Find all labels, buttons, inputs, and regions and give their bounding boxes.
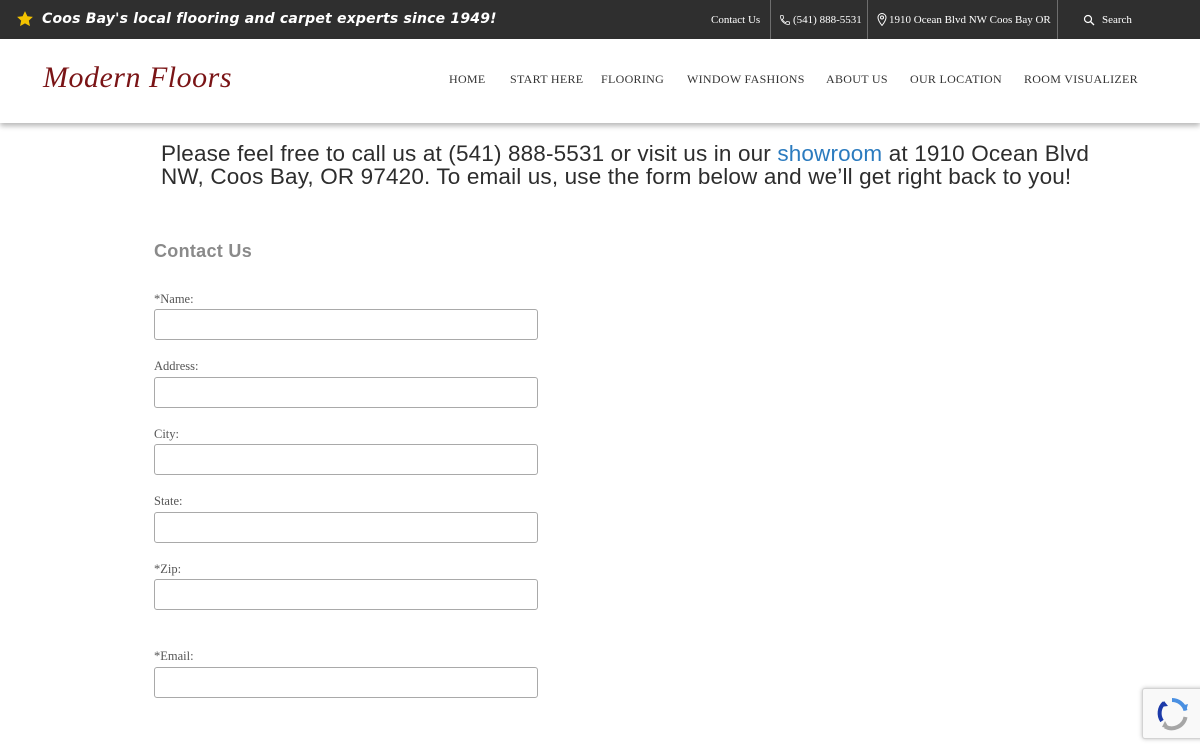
phone-link[interactable]: (541) 888-5531 xyxy=(779,0,862,39)
zip-label: *Zip: xyxy=(154,562,182,576)
nav-flooring[interactable]: FLOORING xyxy=(601,72,664,87)
search-button[interactable]: Search xyxy=(1083,0,1132,39)
star-icon xyxy=(16,10,34,28)
email-label: *Email: xyxy=(154,649,194,663)
address-link[interactable]: 1910 Ocean Blvd NW Coos Bay OR xyxy=(877,0,1051,39)
address-label: Address: xyxy=(154,359,199,373)
site-logo[interactable]: Modern Floors xyxy=(43,61,232,95)
recaptcha-icon xyxy=(1157,698,1188,731)
nav-window-fashions[interactable]: WINDOW FASHIONS xyxy=(687,72,805,87)
zip-field[interactable] xyxy=(154,579,538,610)
nav-room-visualizer[interactable]: ROOM VISUALIZER xyxy=(1024,72,1138,87)
site-header: Modern Floors HOME START HERE FLOORING W… xyxy=(0,39,1200,123)
nav-about-us[interactable]: ABOUT US xyxy=(826,72,888,87)
address-label: 1910 Ocean Blvd NW Coos Bay OR xyxy=(889,13,1051,26)
nav-our-location[interactable]: OUR LOCATION xyxy=(910,72,1002,87)
contact-us-link[interactable]: Contact Us xyxy=(711,0,760,39)
intro-text-1: Please feel free to call us at (541) 888… xyxy=(161,141,778,166)
name-field[interactable] xyxy=(154,309,538,340)
recaptcha-badge[interactable] xyxy=(1142,688,1200,739)
contact-us-label: Contact Us xyxy=(711,13,761,26)
email-field[interactable] xyxy=(154,667,538,698)
state-label: State: xyxy=(154,494,183,508)
phone-icon xyxy=(780,14,790,25)
form-title: Contact Us xyxy=(154,241,253,261)
top-bar: Coos Bay's local flooring and carpet exp… xyxy=(0,0,1200,39)
state-field[interactable] xyxy=(154,512,538,543)
divider xyxy=(770,0,771,39)
city-field[interactable] xyxy=(154,444,538,475)
city-label: City: xyxy=(154,427,180,441)
search-label: Search xyxy=(1102,13,1132,26)
name-label: *Name: xyxy=(154,292,194,306)
intro-paragraph: Please feel free to call us at (541) 888… xyxy=(161,142,1091,188)
divider xyxy=(867,0,868,39)
tagline: Coos Bay's local flooring and carpet exp… xyxy=(42,11,497,27)
showroom-link[interactable]: showroom xyxy=(777,141,882,166)
search-icon xyxy=(1083,14,1095,25)
address-field[interactable] xyxy=(154,377,538,408)
nav-home[interactable]: HOME xyxy=(449,72,486,87)
phone-label: (541) 888-5531 xyxy=(793,13,862,26)
divider xyxy=(1057,0,1058,39)
nav-start-here[interactable]: START HERE xyxy=(510,72,583,87)
map-pin-icon xyxy=(877,13,887,26)
